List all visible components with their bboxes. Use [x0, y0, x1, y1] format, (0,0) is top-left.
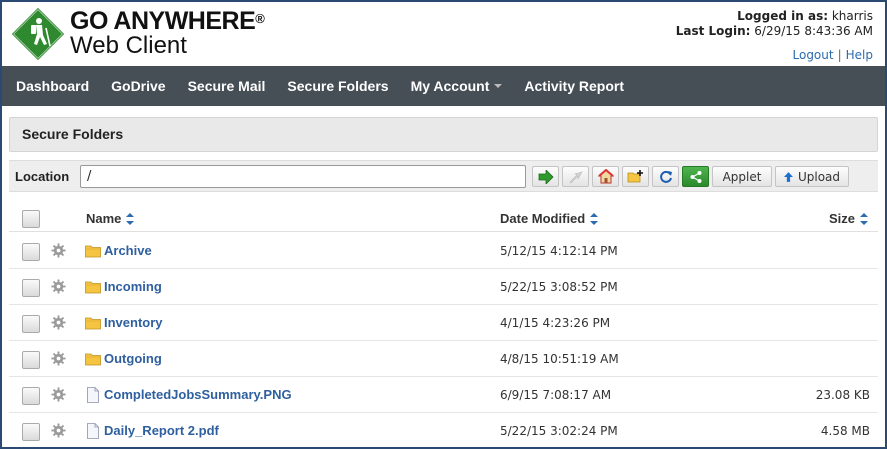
table-row[interactable]: Outgoing 4/8/15 10:51:19 AM	[9, 341, 878, 377]
date-modified: 5/22/15 3:08:52 PM	[500, 280, 618, 294]
nav-secure-mail[interactable]: Secure Mail	[188, 78, 266, 94]
nav-my-account[interactable]: My Account	[411, 78, 503, 94]
file-icon	[87, 423, 99, 439]
new-folder-icon	[627, 170, 643, 183]
logout-link[interactable]: Logout	[793, 48, 834, 62]
folder-icon	[85, 353, 101, 366]
up-level-button[interactable]	[562, 166, 589, 187]
table-row[interactable]: Daily_Report 2.pdf 5/22/15 3:02:24 PM 4.58…	[9, 413, 878, 447]
home-icon	[597, 169, 614, 184]
user-info: Logged in as: kharris Last Login: 6/29/1…	[676, 9, 873, 39]
upload-button[interactable]: Upload	[775, 166, 849, 187]
column-header-date[interactable]: Date Modified	[500, 211, 599, 226]
gear-icon[interactable]	[51, 423, 66, 438]
goanywhere-logo-icon	[11, 7, 65, 61]
refresh-button[interactable]	[652, 166, 679, 187]
file-name-link[interactable]: Inventory	[104, 315, 163, 330]
brand-subtitle: Web Client	[70, 32, 187, 59]
home-button[interactable]	[592, 166, 619, 187]
file-size: 4.58 MB	[820, 424, 870, 438]
gear-icon[interactable]	[51, 243, 66, 258]
row-checkbox[interactable]	[22, 315, 40, 333]
row-checkbox[interactable]	[22, 423, 40, 441]
last-login-value: 6/29/15 8:43:36 AM	[754, 24, 873, 38]
share-button[interactable]	[682, 166, 709, 187]
table-row[interactable]: Incoming 5/22/15 3:08:52 PM	[9, 269, 878, 305]
select-all-checkbox[interactable]	[22, 210, 40, 228]
arrow-right-icon	[538, 169, 554, 184]
date-modified: 6/9/15 7:08:17 AM	[500, 388, 612, 402]
table-row[interactable]: CompletedJobsSummary.PNG 6/9/15 7:08:17 A…	[9, 377, 878, 413]
file-name-link[interactable]: Incoming	[104, 279, 162, 294]
file-name-link[interactable]: Daily_Report 2.pdf	[104, 423, 219, 438]
applet-button[interactable]: Applet	[712, 166, 772, 187]
table-row[interactable]: Archive 5/12/15 4:12:14 PM	[9, 233, 878, 269]
column-header-size[interactable]: Size	[829, 211, 868, 226]
gear-icon[interactable]	[51, 315, 66, 330]
column-header-name[interactable]: Name	[86, 211, 135, 226]
help-link[interactable]: Help	[846, 48, 873, 62]
sort-icon	[860, 212, 868, 225]
location-toolbar: Location / Applet Upload	[9, 160, 878, 192]
nav-secure-folders[interactable]: Secure Folders	[287, 78, 388, 94]
file-name-link[interactable]: CompletedJobsSummary.PNG	[104, 387, 292, 402]
username: kharris	[831, 9, 873, 23]
refresh-icon	[659, 170, 672, 183]
main-nav: Dashboard GoDrive Secure Mail Secure Fol…	[2, 66, 885, 106]
link-separator: |	[837, 48, 842, 62]
file-name-link[interactable]: Archive	[104, 243, 152, 258]
row-checkbox[interactable]	[22, 387, 40, 405]
table-row[interactable]: Inventory 4/1/15 4:23:26 PM	[9, 305, 878, 341]
folder-icon	[85, 317, 101, 330]
date-modified: 4/8/15 10:51:19 AM	[500, 352, 619, 366]
nav-activity-report[interactable]: Activity Report	[524, 78, 624, 94]
go-button[interactable]	[532, 166, 559, 187]
file-icon	[87, 387, 99, 403]
chevron-down-icon	[494, 84, 503, 88]
folder-icon	[85, 245, 101, 258]
row-checkbox[interactable]	[22, 351, 40, 369]
row-checkbox[interactable]	[22, 279, 40, 297]
share-icon	[690, 170, 701, 183]
sort-icon	[590, 212, 599, 225]
date-modified: 5/22/15 3:02:24 PM	[500, 424, 618, 438]
user-links: Logout | Help	[793, 48, 874, 62]
location-label: Location	[15, 169, 70, 184]
file-name-link[interactable]: Outgoing	[104, 351, 162, 366]
location-input[interactable]	[80, 165, 526, 188]
upload-arrow-icon	[784, 171, 793, 182]
header: GO ANYWHERE® Web Client Logged in as: kh…	[2, 2, 885, 66]
logged-in-label: Logged in as:	[737, 9, 829, 23]
file-size: 23.08 KB	[815, 388, 870, 402]
date-modified: 5/12/15 4:12:14 PM	[500, 244, 618, 258]
gear-icon[interactable]	[51, 351, 66, 366]
table-header: Name Date Modified Size	[9, 202, 878, 232]
date-modified: 4/1/15 4:23:26 PM	[500, 316, 611, 330]
last-login-label: Last Login:	[675, 24, 751, 38]
new-folder-button[interactable]	[622, 166, 649, 187]
sort-icon	[126, 212, 135, 225]
brand-title: GO ANYWHERE®	[70, 7, 265, 35]
panel-title: Secure Folders	[9, 117, 878, 152]
folder-icon	[85, 281, 101, 294]
gear-icon[interactable]	[51, 279, 66, 294]
nav-dashboard[interactable]: Dashboard	[16, 78, 89, 94]
gear-icon[interactable]	[51, 387, 66, 402]
arrow-up-disabled-icon	[569, 171, 583, 183]
nav-godrive[interactable]: GoDrive	[111, 78, 165, 94]
app-window: GO ANYWHERE® Web Client Logged in as: kh…	[2, 2, 885, 447]
row-checkbox[interactable]	[22, 243, 40, 261]
